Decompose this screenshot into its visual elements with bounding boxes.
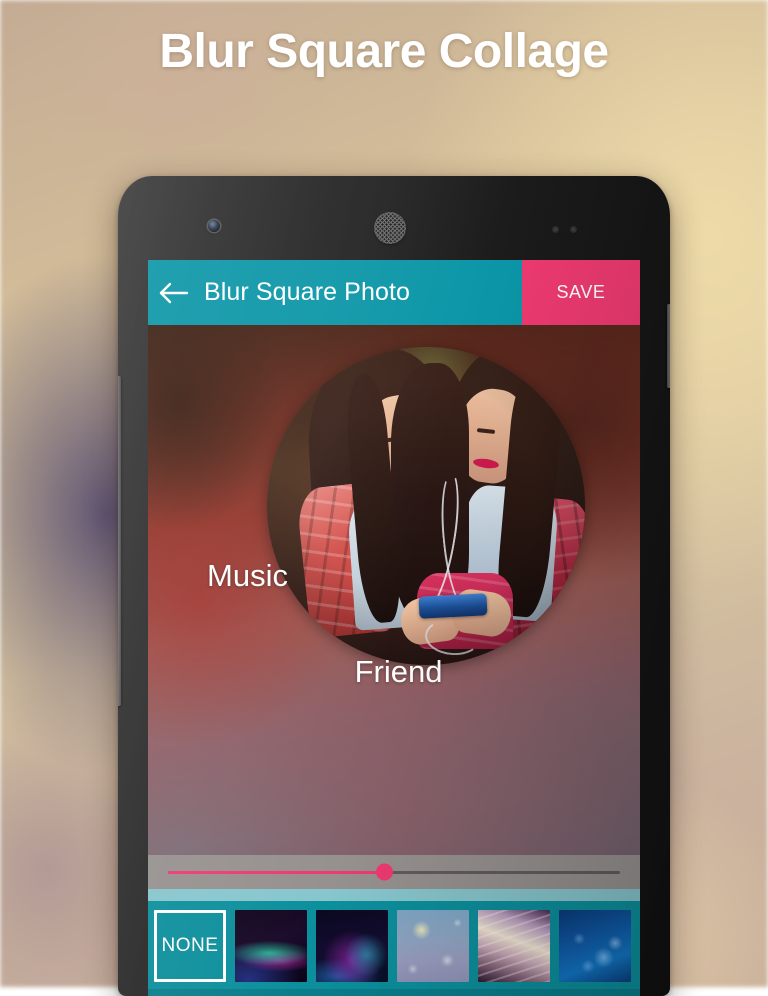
- thumbnail-none[interactable]: NONE: [154, 910, 226, 982]
- phone-screen: Blur Square Photo SAVE: [148, 260, 640, 989]
- thumbnail-item[interactable]: [478, 910, 550, 982]
- navigation-strip: [148, 989, 640, 996]
- proximity-sensor-icon: [552, 226, 559, 233]
- back-arrow-icon[interactable]: [148, 260, 200, 325]
- photo-canvas[interactable]: Music Friend: [148, 325, 640, 855]
- thumbnail-item[interactable]: [559, 910, 631, 982]
- volume-rocker-button[interactable]: [118, 376, 121, 706]
- blur-intensity-slider[interactable]: [168, 871, 620, 874]
- photo-vignette: [267, 347, 585, 665]
- app-title: Blur Square Photo: [200, 278, 522, 307]
- slider-thumb[interactable]: [376, 864, 393, 881]
- slider-panel: [148, 855, 640, 889]
- save-button[interactable]: SAVE: [522, 260, 640, 325]
- thumbnail-item[interactable]: [235, 910, 307, 982]
- app-header: Blur Square Photo SAVE: [148, 260, 640, 325]
- thumbnail-item[interactable]: [397, 910, 469, 982]
- thumbnail-item[interactable]: [316, 910, 388, 982]
- accent-divider: [148, 889, 640, 901]
- phone-device-mockup: Blur Square Photo SAVE: [118, 176, 670, 996]
- light-sensor-icon: [570, 226, 577, 233]
- text-overlay-music[interactable]: Music: [207, 558, 288, 594]
- text-overlay-friend[interactable]: Friend: [355, 654, 443, 690]
- background-thumbnail-strip[interactable]: NONE: [148, 901, 640, 989]
- page-title: Blur Square Collage: [0, 24, 768, 79]
- front-camera-icon: [208, 220, 220, 232]
- circular-photo-crop[interactable]: [267, 347, 585, 665]
- slider-fill: [168, 871, 385, 874]
- power-button[interactable]: [667, 304, 670, 388]
- earpiece-speaker-icon: [374, 212, 406, 244]
